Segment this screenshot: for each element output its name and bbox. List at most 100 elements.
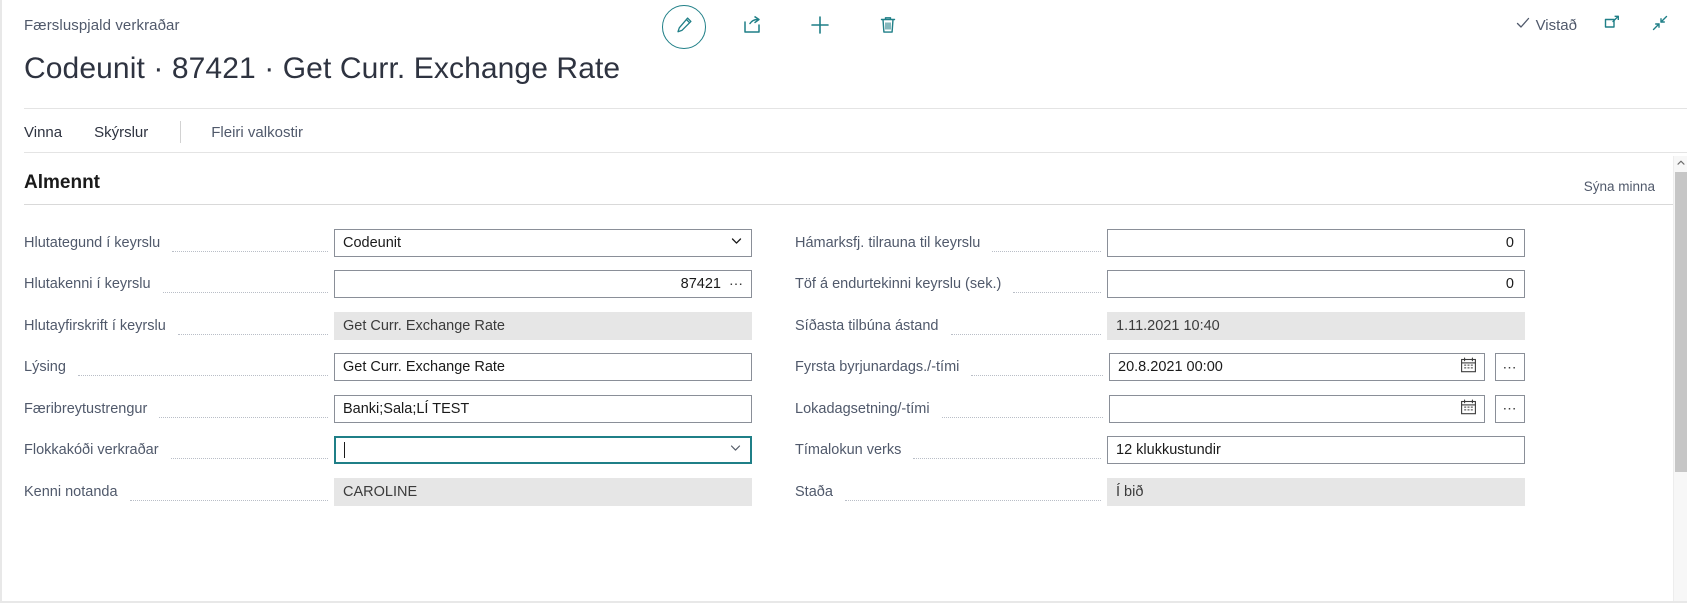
new-button[interactable]	[798, 5, 842, 49]
form-row: Staða Í bið	[795, 471, 1525, 513]
menu-bar: Vinna Skýrslur Fleiri valkostir	[24, 118, 303, 146]
leader-dots	[913, 445, 1101, 460]
last-ready-state-field-label: Síðasta tilbúna ástand	[795, 317, 939, 334]
job-timeout-field[interactable]: 12 klukkustundir	[1107, 436, 1525, 465]
vertical-scrollbar[interactable]	[1673, 156, 1687, 603]
top-action-group	[662, 5, 910, 49]
max-attempts-field-wrap: 0	[1107, 228, 1525, 257]
object-type-field[interactable]: Codeunit	[334, 228, 752, 257]
leader-dots	[1013, 279, 1101, 294]
menu-item-vinna[interactable]: Vinna	[24, 124, 62, 141]
object-type-field-wrap: Codeunit	[334, 228, 752, 257]
form-row: Flokkakóði verkraðar	[24, 430, 752, 472]
leader-dots	[129, 487, 328, 501]
form-row: Lýsing Get Curr. Exchange Rate	[24, 347, 752, 389]
expiration-datetime-field-ellipsis-button[interactable]: ⋯	[1495, 394, 1525, 423]
menu-item-more-options[interactable]: Fleiri valkostir	[211, 124, 303, 141]
leader-dots	[844, 487, 1101, 501]
last-ready-state-field-value: 1.11.2021 10:40	[1116, 317, 1220, 334]
form-row: Hámarksfj. tilrauna til keyrslu 0	[795, 222, 1525, 264]
plus-icon	[808, 13, 832, 42]
lookup-ellipsis-button[interactable]: ⋯	[729, 276, 744, 293]
earliest-start-datetime-field-label: Fyrsta byrjunardags./-tími	[795, 359, 960, 376]
form-row: Töf á endurtekinni keyrslu (sek.) 0	[795, 264, 1525, 306]
parameter-string-field-value: Banki;Sala;LÍ TEST	[343, 400, 470, 417]
user-id-field: CAROLINE	[334, 477, 752, 506]
object-type-field-value: Codeunit	[343, 234, 402, 251]
parameter-string-field-label: Færibreytustrengur	[24, 400, 148, 417]
leader-dots	[941, 404, 1103, 418]
delete-button[interactable]	[866, 5, 910, 49]
menu-divider	[24, 152, 1687, 153]
object-caption-field-wrap: Get Curr. Exchange Rate	[334, 311, 752, 340]
description-field[interactable]: Get Curr. Exchange Rate	[334, 353, 752, 382]
leader-dots	[950, 321, 1101, 335]
page-title: Codeunit · 87421 · Get Curr. Exchange Ra…	[24, 52, 621, 85]
leader-dots	[992, 238, 1101, 252]
object-id-field-label: Hlutakenni í keyrslu	[24, 276, 151, 293]
pencil-icon	[674, 15, 694, 40]
leader-dots	[170, 445, 328, 460]
rerun-delay-field-label: Töf á endurtekinni keyrslu (sek.)	[795, 276, 1002, 293]
earliest-start-datetime-field-value: 20.8.2021 00:00	[1118, 359, 1223, 376]
description-field-value: Get Curr. Exchange Rate	[343, 359, 505, 376]
earliest-start-datetime-field[interactable]: 20.8.2021 00:00	[1109, 353, 1485, 382]
open-in-new-window-button[interactable]	[1599, 12, 1625, 38]
top-bar: Færsluspjald verkraðar Vistað	[2, 0, 1687, 56]
status-field: Í bið	[1107, 477, 1525, 506]
share-button[interactable]	[730, 5, 774, 49]
job-queue-category-code-field-label: Flokkakóði verkraðar	[24, 442, 159, 459]
rerun-delay-field-value: 0	[1505, 276, 1514, 293]
object-type-field-label: Hlutategund í keyrslu	[24, 234, 161, 251]
job-timeout-field-value: 12 klukkustundir	[1116, 442, 1221, 459]
form-row: Hlutayfirskrift í keyrslu Get Curr. Excha…	[24, 305, 752, 347]
object-id-field-wrap: 87421 ⋯	[334, 270, 752, 299]
title-divider	[24, 108, 1687, 109]
last-ready-state-field: 1.11.2021 10:40	[1107, 311, 1525, 340]
top-right-group: Vistað	[1515, 12, 1673, 38]
share-icon	[741, 14, 763, 41]
max-attempts-field[interactable]: 0	[1107, 228, 1525, 257]
earliest-start-datetime-field-wrap: 20.8.2021 00:00 ⋯	[1109, 353, 1525, 382]
object-caption-field-value: Get Curr. Exchange Rate	[343, 317, 505, 334]
save-status: Vistað	[1515, 15, 1577, 35]
job-timeout-field-label: Tímalokun verks	[795, 442, 902, 459]
form-row: Færibreytustrengur Banki;Sala;LÍ TEST	[24, 388, 752, 430]
description-field-wrap: Get Curr. Exchange Rate	[334, 353, 752, 382]
parameter-string-field-wrap: Banki;Sala;LÍ TEST	[334, 394, 752, 423]
check-icon	[1515, 15, 1531, 35]
form-row: Tímalokun verks 12 klukkustundir	[795, 430, 1525, 472]
form-column-right: Hámarksfj. tilrauna til keyrslu 0 Töf á en…	[795, 222, 1525, 513]
calendar-icon[interactable]	[1460, 357, 1477, 378]
collapse-button[interactable]	[1647, 12, 1673, 38]
leader-dots	[159, 404, 328, 418]
rerun-delay-field-wrap: 0	[1107, 270, 1525, 299]
earliest-start-datetime-field-ellipsis-button[interactable]: ⋯	[1495, 353, 1525, 382]
parameter-string-field[interactable]: Banki;Sala;LÍ TEST	[334, 394, 752, 423]
expiration-datetime-field-label: Lokadagsetning/-tími	[795, 400, 930, 417]
object-id-field[interactable]: 87421 ⋯	[334, 270, 752, 299]
status-field-label: Staða	[795, 483, 833, 500]
show-less-toggle[interactable]: Sýna minna	[1584, 179, 1655, 194]
edit-button[interactable]	[662, 5, 706, 49]
calendar-icon[interactable]	[1460, 398, 1477, 419]
object-caption-field-label: Hlutayfirskrift í keyrslu	[24, 317, 166, 334]
scroll-up-arrow-icon[interactable]	[1674, 156, 1687, 170]
rerun-delay-field[interactable]: 0	[1107, 270, 1525, 299]
job-queue-category-code-field[interactable]	[334, 436, 752, 465]
text-cursor	[344, 442, 345, 459]
section-divider	[24, 204, 1673, 205]
menu-item-skyrslur[interactable]: Skýrslur	[94, 124, 148, 141]
scrollbar-thumb[interactable]	[1675, 172, 1687, 472]
user-id-field-wrap: CAROLINE	[334, 477, 752, 506]
object-caption-field: Get Curr. Exchange Rate	[334, 311, 752, 340]
breadcrumb[interactable]: Færsluspjald verkraðar	[24, 17, 180, 34]
form-column-left: Hlutategund í keyrslu Codeunit Hlutakenni …	[24, 222, 752, 513]
menu-separator	[180, 121, 182, 143]
expiration-datetime-field[interactable]	[1109, 394, 1485, 423]
save-status-label: Vistað	[1535, 16, 1577, 34]
leader-dots	[77, 362, 328, 377]
section-title-general: Almennt	[24, 172, 100, 193]
user-id-field-value: CAROLINE	[343, 483, 418, 500]
max-attempts-field-label: Hámarksfj. tilrauna til keyrslu	[795, 234, 981, 251]
